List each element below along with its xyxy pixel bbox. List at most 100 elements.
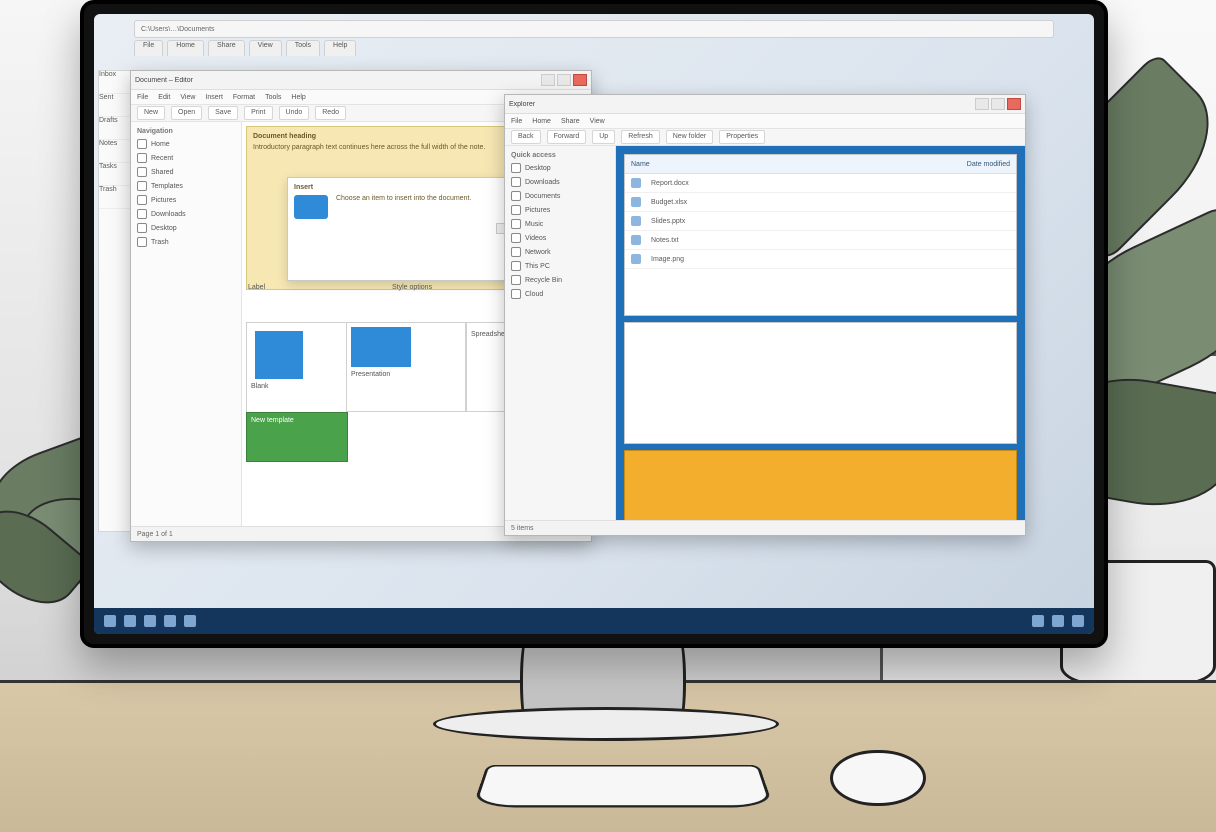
titlebar[interactable]: Document – Editor [131,71,591,90]
toolbar-button[interactable]: Open [171,106,202,120]
toolbar-button[interactable]: Undo [279,106,310,120]
sidebar-item[interactable]: Documents [505,189,615,203]
sidebar-item-label: Templates [151,183,183,190]
file-row[interactable]: Budget.xlsx [625,193,1016,212]
folder-icon [511,191,521,201]
column-headers[interactable]: Name Date modified [625,155,1016,174]
sidebar-item[interactable]: Downloads [131,207,241,221]
inner-dialog: Insert Choose an item to insert into the… [287,177,531,281]
file-row[interactable]: Slides.pptx [625,212,1016,231]
tab[interactable]: Tools [286,40,320,56]
column-header[interactable]: Date modified [967,161,1010,168]
tab[interactable]: Home [167,40,204,56]
maximize-button[interactable] [991,98,1005,110]
label: Style options [392,284,432,291]
toolbar-button[interactable]: Refresh [621,130,660,144]
sidebar-item-label: Music [525,221,543,228]
sidebar-item[interactable]: Recycle Bin [505,273,615,287]
toolbar-button[interactable]: Print [244,106,272,120]
search-icon[interactable] [124,615,136,627]
menu-item[interactable]: View [590,118,605,125]
tab[interactable]: View [249,40,282,56]
sidebar-item-label: Recycle Bin [525,277,562,284]
sidebar-item[interactable]: Shared [131,165,241,179]
file-row[interactable]: Notes.txt [625,231,1016,250]
file-row[interactable]: Image.png [625,250,1016,269]
menu-item[interactable]: Help [291,94,305,101]
sidebar-item[interactable]: Downloads [505,175,615,189]
file-name: Budget.xlsx [651,199,687,206]
sidebar: Quick access Desktop Downloads Documents… [505,146,616,520]
toolbar-button[interactable]: New [137,106,165,120]
dialog-primary-button[interactable] [294,195,328,219]
tile-caption: Presentation [351,371,461,378]
maximize-button[interactable] [557,74,571,86]
sidebar-item[interactable]: Desktop [131,221,241,235]
toolbar-button[interactable]: Redo [315,106,346,120]
sidebar-item-label: Trash [151,239,169,246]
file-row[interactable]: Report.docx [625,174,1016,193]
mouse [830,750,926,806]
tab[interactable]: Help [324,40,356,56]
start-icon[interactable] [104,615,116,627]
tab[interactable]: File [134,40,163,56]
file-list-panel: Name Date modified Report.docx Budget.xl… [624,154,1017,316]
sidebar-item[interactable]: Cloud [505,287,615,301]
address-bar[interactable]: C:\Users\…\Documents [134,20,1054,38]
clock-icon[interactable] [1072,615,1084,627]
sidebar-item[interactable]: Network [505,245,615,259]
menu-item[interactable]: File [137,94,148,101]
folder-icon [511,261,521,271]
menu-item[interactable]: Edit [158,94,170,101]
label: Label [248,284,265,291]
close-button[interactable] [573,74,587,86]
sidebar-item[interactable]: Home [131,137,241,151]
sidebar-item[interactable]: Videos [505,231,615,245]
file-icon [631,197,641,207]
minimize-button[interactable] [541,74,555,86]
menu-item[interactable]: Home [532,118,551,125]
sidebar-item-label: Desktop [525,165,551,172]
explorer-icon[interactable] [144,615,156,627]
menu-item[interactable]: File [511,118,522,125]
browser-icon[interactable] [184,615,196,627]
sidebar-item[interactable]: Music [505,217,615,231]
file-icon [631,178,641,188]
highlight-panel [624,450,1017,520]
template-tile[interactable]: Presentation [346,322,466,412]
toolbar-button[interactable]: Up [592,130,615,144]
folder-icon [511,233,521,243]
sidebar-item[interactable]: Trash [131,235,241,249]
mail-icon[interactable] [164,615,176,627]
promo-banner[interactable]: New template [246,412,348,462]
network-icon[interactable] [1032,615,1044,627]
menu-item[interactable]: Share [561,118,580,125]
menu-item[interactable]: View [180,94,195,101]
folder-icon [137,139,147,149]
sidebar-item-label: Downloads [525,179,560,186]
volume-icon[interactable] [1052,615,1064,627]
close-button[interactable] [1007,98,1021,110]
sidebar-item-label: Documents [525,193,560,200]
toolbar-button[interactable]: Save [208,106,238,120]
column-header[interactable]: Name [631,161,650,168]
sidebar-item[interactable]: Pictures [505,203,615,217]
folder-icon [137,195,147,205]
toolbar-button[interactable]: Forward [547,130,587,144]
minimize-button[interactable] [975,98,989,110]
toolbar-button[interactable]: New folder [666,130,713,144]
toolbar: Back Forward Up Refresh New folder Prope… [505,129,1025,146]
toolbar-button[interactable]: Back [511,130,541,144]
menu-item[interactable]: Format [233,94,255,101]
sidebar-item[interactable]: This PC [505,259,615,273]
menu-item[interactable]: Tools [265,94,281,101]
sidebar-item[interactable]: Templates [131,179,241,193]
sidebar-item[interactable]: Recent [131,151,241,165]
menu-item[interactable]: Insert [205,94,223,101]
tab[interactable]: Share [208,40,245,56]
sidebar-item[interactable]: Desktop [505,161,615,175]
toolbar-button[interactable]: Properties [719,130,765,144]
sidebar-item[interactable]: Pictures [131,193,241,207]
titlebar[interactable]: Explorer [505,95,1025,114]
file-icon [631,235,641,245]
